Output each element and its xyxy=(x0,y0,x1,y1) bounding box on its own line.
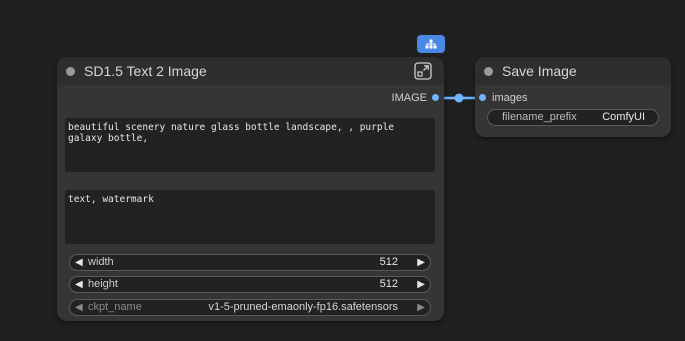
arrow-right-icon[interactable]: ▶ xyxy=(417,255,425,270)
node-header[interactable]: SD1.5 Text 2 Image xyxy=(57,57,444,85)
arrow-right-icon[interactable]: ▶ xyxy=(417,277,425,292)
height-value: 512 xyxy=(379,278,398,290)
save-image-node[interactable]: Save Image images filename_prefix ComfyU… xyxy=(475,57,671,137)
image-output-slot[interactable] xyxy=(432,94,439,101)
ckpt-name-value: v1-5-pruned-emaonly-fp16.safetensors xyxy=(208,301,398,313)
image-output-label: IMAGE xyxy=(391,92,427,104)
width-value: 512 xyxy=(379,256,398,268)
node-title: SD1.5 Text 2 Image xyxy=(84,63,207,79)
arrow-right-icon[interactable]: ▶ xyxy=(417,300,425,315)
node-status-dot xyxy=(66,67,75,76)
node-status-dot xyxy=(484,67,493,76)
negative-prompt-textarea[interactable]: text, watermark xyxy=(65,190,435,244)
height-label: height xyxy=(88,278,118,290)
arrow-left-icon[interactable]: ◀ xyxy=(75,277,83,292)
ckpt-name-label: ckpt_name xyxy=(88,301,142,313)
expand-icon[interactable] xyxy=(414,62,432,80)
filename-prefix-value: ComfyUI xyxy=(602,111,645,123)
subgraph-badge[interactable] xyxy=(417,35,445,53)
images-input-slot[interactable] xyxy=(479,94,486,101)
arrow-left-icon[interactable]: ◀ xyxy=(75,300,83,315)
width-label: width xyxy=(88,256,114,268)
arrow-left-icon[interactable]: ◀ xyxy=(75,255,83,270)
height-widget[interactable]: ◀ height 512 ▶ xyxy=(69,276,431,293)
subgraph-icon xyxy=(425,39,437,49)
filename-prefix-label: filename_prefix xyxy=(502,111,577,123)
text2image-node[interactable]: SD1.5 Text 2 Image IMAGE beautiful scene… xyxy=(57,57,444,321)
node-title: Save Image xyxy=(502,63,577,79)
filename-prefix-widget[interactable]: filename_prefix ComfyUI xyxy=(487,109,659,126)
images-input-label: images xyxy=(492,92,528,104)
width-widget[interactable]: ◀ width 512 ▶ xyxy=(69,254,431,271)
ckpt-name-widget[interactable]: ◀ ckpt_name v1-5-pruned-emaonly-fp16.saf… xyxy=(69,299,431,316)
positive-prompt-textarea[interactable]: beautiful scenery nature glass bottle la… xyxy=(65,118,435,172)
node-header[interactable]: Save Image xyxy=(475,57,671,85)
